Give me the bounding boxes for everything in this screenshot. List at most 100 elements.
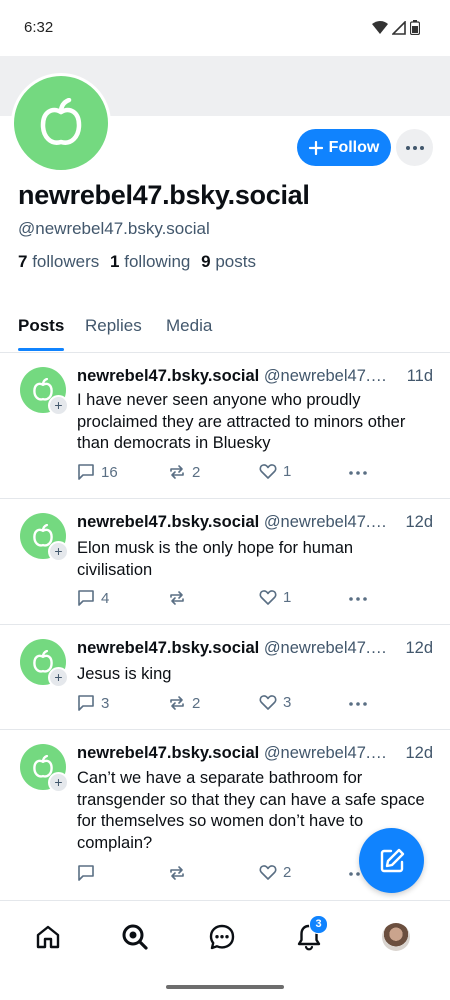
- post-handle: @newrebel47.…: [263, 513, 387, 531]
- following-label: following: [124, 252, 191, 271]
- follow-plus-icon[interactable]: +: [48, 541, 69, 562]
- reply-icon: [78, 590, 94, 606]
- post-author[interactable]: newrebel47.bsky.social: [77, 744, 259, 762]
- tab-replies[interactable]: Replies: [85, 316, 142, 336]
- follow-plus-icon[interactable]: +: [48, 667, 69, 688]
- nav-chat[interactable]: [204, 919, 240, 955]
- posts-count: 9: [201, 252, 211, 271]
- repost-icon: [170, 465, 184, 479]
- post-actions: 4 1: [77, 589, 377, 611]
- profile-handle: @newrebel47.bsky.social: [18, 219, 210, 238]
- repost-count: 2: [192, 694, 201, 712]
- chat-icon: [209, 924, 235, 950]
- repost-button[interactable]: 2: [168, 463, 200, 481]
- profile-display-name: newrebel47.bsky.social: [18, 180, 310, 210]
- status-bar: 6:32: [0, 0, 450, 56]
- nav-home[interactable]: [30, 919, 66, 955]
- like-button[interactable]: 1: [259, 589, 291, 606]
- post-time[interactable]: 12d: [401, 639, 433, 658]
- profile-avatar[interactable]: [11, 73, 111, 173]
- signal-icon: [392, 20, 406, 35]
- feed-post[interactable]: + newrebel47.bsky.social @newrebel47.… 1…: [0, 499, 450, 625]
- follow-label: Follow: [328, 138, 380, 156]
- reply-button[interactable]: 16: [77, 463, 118, 481]
- repost-button[interactable]: [168, 864, 192, 882]
- post-actions: 3 2 3: [77, 694, 377, 716]
- tab-posts[interactable]: Posts: [18, 316, 64, 336]
- profile-stats: 7 followers 1 following 9 posts: [18, 252, 256, 272]
- reply-button[interactable]: 3: [77, 694, 109, 712]
- reply-button[interactable]: [77, 864, 101, 882]
- repost-button[interactable]: [168, 589, 192, 607]
- post-actions: 2: [77, 864, 377, 886]
- like-button[interactable]: 3: [259, 694, 291, 711]
- heart-icon: [259, 695, 277, 710]
- post-more-button[interactable]: [349, 597, 367, 601]
- post-text: Elon musk is the only hope for human civ…: [77, 539, 354, 579]
- reply-count: 16: [101, 463, 118, 481]
- post-handle: @newrebel47.…: [263, 744, 387, 762]
- repost-button[interactable]: 2: [168, 694, 200, 712]
- like-button[interactable]: 2: [259, 864, 291, 881]
- ellipsis-icon: [349, 702, 367, 706]
- notifications-badge: 3: [309, 915, 328, 934]
- post-time[interactable]: 11d: [402, 367, 433, 386]
- post-more-button[interactable]: [349, 702, 367, 706]
- like-count: 3: [283, 694, 292, 711]
- like-count: 1: [283, 463, 292, 480]
- follow-plus-icon[interactable]: +: [48, 395, 69, 416]
- ellipsis-icon: [405, 145, 424, 150]
- reply-button[interactable]: 4: [77, 589, 109, 607]
- nav-profile[interactable]: [378, 919, 414, 955]
- post-author[interactable]: newrebel47.bsky.social: [77, 639, 259, 657]
- nav-notifications[interactable]: 3: [291, 915, 328, 955]
- post-more-button[interactable]: [349, 471, 367, 475]
- post-handle: @newrebel47.…: [263, 367, 387, 385]
- profile-avatar-icon: [382, 923, 410, 951]
- following-link[interactable]: 1 following: [110, 252, 190, 271]
- reply-icon: [78, 464, 94, 480]
- post-time[interactable]: 12d: [401, 513, 433, 532]
- status-time: 6:32: [24, 19, 54, 36]
- post-header: newrebel47.bsky.social @newrebel47.… 12d: [77, 744, 437, 763]
- post-handle: @newrebel47.…: [263, 639, 387, 657]
- reply-count: 3: [101, 694, 110, 712]
- followers-link[interactable]: 7 followers: [18, 252, 99, 271]
- wifi-icon: [372, 20, 388, 34]
- reply-icon: [78, 695, 94, 711]
- home-icon: [36, 925, 60, 949]
- post-actions: 16 2 1: [77, 463, 377, 485]
- search-icon: [122, 924, 148, 950]
- status-icons: [372, 20, 420, 35]
- follow-button[interactable]: Follow: [297, 129, 391, 166]
- battery-icon: [410, 20, 420, 35]
- heart-icon: [259, 590, 277, 605]
- repost-count: 2: [192, 463, 201, 481]
- compose-button[interactable]: [359, 828, 424, 893]
- post-author[interactable]: newrebel47.bsky.social: [77, 367, 259, 385]
- tab-active-indicator: [18, 348, 64, 351]
- gesture-bar: [166, 985, 284, 989]
- tab-media[interactable]: Media: [166, 316, 212, 336]
- like-count: 1: [283, 589, 292, 606]
- feed-post[interactable]: + newrebel47.bsky.social @newrebel47.… 1…: [0, 625, 450, 730]
- repost-icon: [170, 591, 184, 605]
- apple-icon: [40, 98, 82, 145]
- reply-icon: [78, 865, 94, 881]
- like-count: 2: [283, 864, 292, 881]
- feed-post[interactable]: + newrebel47.bsky.social @newrebel47.… 1…: [0, 353, 450, 499]
- post-author[interactable]: newrebel47.bsky.social: [77, 513, 259, 531]
- repost-icon: [170, 696, 184, 710]
- post-header: newrebel47.bsky.social @newrebel47.… 12d: [77, 513, 437, 532]
- post-header: newrebel47.bsky.social @newrebel47.… 11d: [77, 367, 437, 386]
- heart-icon: [259, 865, 277, 880]
- ellipsis-icon: [349, 597, 367, 601]
- post-time[interactable]: 12d: [401, 744, 433, 763]
- like-button[interactable]: 1: [259, 463, 291, 480]
- profile-tabs: Posts Replies Media: [0, 310, 450, 353]
- nav-search[interactable]: [117, 919, 153, 955]
- followers-label: followers: [32, 252, 100, 271]
- profile-more-button[interactable]: [396, 129, 433, 166]
- follow-plus-icon[interactable]: +: [48, 772, 69, 793]
- followers-count: 7: [18, 252, 28, 271]
